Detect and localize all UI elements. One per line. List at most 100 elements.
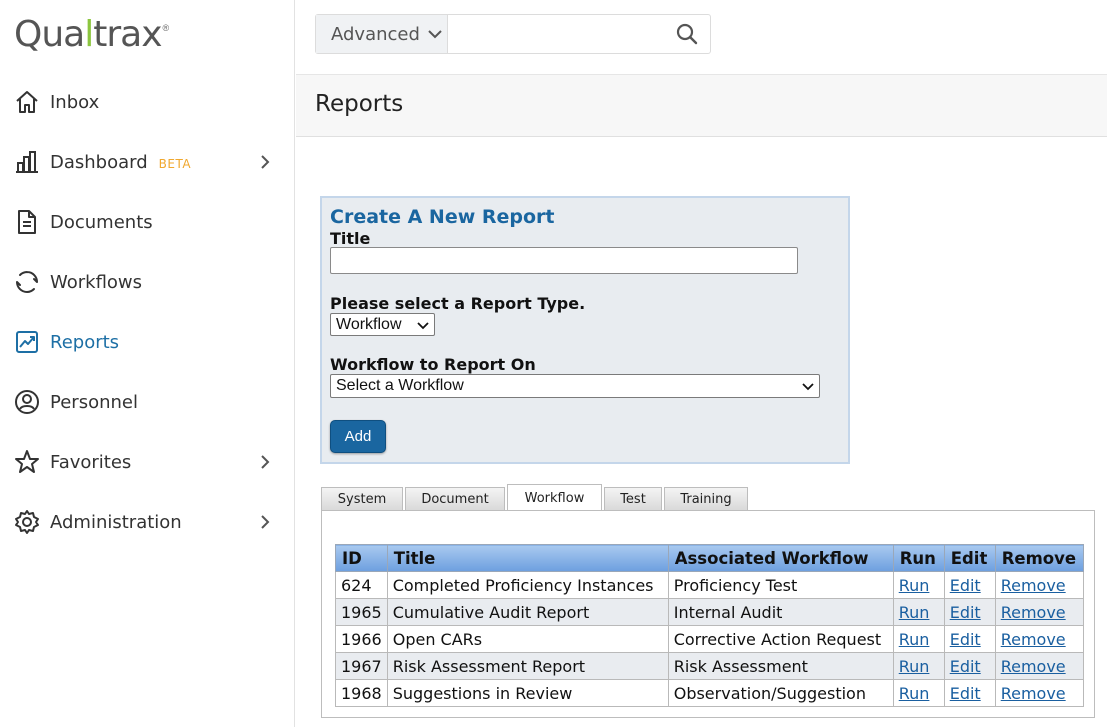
edit-link[interactable]: Edit bbox=[950, 657, 981, 676]
reports-table: ID Title Associated Workflow Run Edit Re… bbox=[335, 544, 1084, 707]
run-link[interactable]: Run bbox=[899, 576, 930, 595]
sidebar-item-inbox[interactable]: Inbox bbox=[0, 72, 295, 132]
run-link[interactable]: Run bbox=[899, 603, 930, 622]
workflow-select[interactable]: Select a Workflow bbox=[330, 374, 820, 398]
report-type-select[interactable]: Workflow bbox=[330, 313, 435, 336]
report-id: 1965 bbox=[335, 598, 388, 626]
report-id: 1967 bbox=[335, 652, 388, 680]
tab-panel: ID Title Associated Workflow Run Edit Re… bbox=[321, 510, 1095, 718]
bar-chart-icon bbox=[14, 149, 40, 175]
sidebar-item-dashboard[interactable]: Dashboard BETA bbox=[0, 132, 295, 192]
run-cell: Run bbox=[892, 652, 945, 680]
tab-system[interactable]: System bbox=[321, 487, 403, 511]
sidebar-item-label: Dashboard bbox=[50, 151, 148, 173]
table-row: 1967 Risk Assessment Report Risk Assessm… bbox=[335, 652, 1084, 680]
tab-test[interactable]: Test bbox=[604, 487, 662, 511]
edit-link[interactable]: Edit bbox=[950, 603, 981, 622]
report-workflow: Observation/Suggestion bbox=[667, 679, 894, 707]
sidebar-item-label: Inbox bbox=[50, 91, 100, 113]
column-header-id[interactable]: ID bbox=[335, 544, 388, 572]
table-row: 1966 Open CARs Corrective Action Request… bbox=[335, 625, 1084, 653]
report-type-label: Please select a Report Type. bbox=[330, 294, 586, 313]
sidebar-nav: Inbox Dashboard BETA Documents Workflows bbox=[0, 72, 295, 552]
column-header-remove: Remove bbox=[994, 544, 1084, 572]
sidebar-item-administration[interactable]: Administration bbox=[0, 492, 295, 552]
home-icon bbox=[14, 89, 40, 115]
sidebar-item-label: Personnel bbox=[50, 391, 138, 413]
search-input[interactable] bbox=[447, 15, 665, 53]
tab-training[interactable]: Training bbox=[664, 487, 748, 511]
report-title: Cumulative Audit Report bbox=[386, 598, 669, 626]
report-chart-icon bbox=[14, 329, 40, 355]
sidebar-item-label: Reports bbox=[50, 331, 120, 353]
report-id: 1966 bbox=[335, 625, 388, 653]
search-scope-dropdown[interactable]: Advanced bbox=[316, 15, 448, 53]
chevron-right-icon[interactable] bbox=[258, 454, 272, 470]
sidebar-item-personnel[interactable]: Personnel bbox=[0, 372, 295, 432]
column-header-associated-workflow[interactable]: Associated Workflow bbox=[667, 544, 894, 572]
run-cell: Run bbox=[892, 625, 945, 653]
column-header-title[interactable]: Title bbox=[386, 544, 669, 572]
report-workflow: Internal Audit bbox=[667, 598, 894, 626]
cycle-icon bbox=[14, 269, 40, 295]
chevron-down-icon bbox=[428, 30, 442, 39]
tab-document[interactable]: Document bbox=[405, 487, 505, 511]
run-link[interactable]: Run bbox=[899, 684, 930, 703]
chevron-right-icon[interactable] bbox=[258, 154, 272, 170]
top-bar: Advanced bbox=[296, 0, 1107, 74]
run-link[interactable]: Run bbox=[899, 657, 930, 676]
chevron-down-icon bbox=[417, 322, 429, 330]
report-workflow: Proficiency Test bbox=[667, 571, 894, 599]
remove-cell: Remove bbox=[994, 598, 1084, 626]
search-bar: Advanced bbox=[315, 14, 711, 54]
table-row: 1965 Cumulative Audit Report Internal Au… bbox=[335, 598, 1084, 626]
create-report-heading: Create A New Report bbox=[330, 206, 555, 228]
search-button[interactable] bbox=[665, 15, 710, 53]
chevron-right-icon[interactable] bbox=[258, 514, 272, 530]
remove-link[interactable]: Remove bbox=[1001, 603, 1066, 622]
table-row: 624 Completed Proficiency Instances Prof… bbox=[335, 571, 1084, 599]
edit-link[interactable]: Edit bbox=[950, 630, 981, 649]
report-workflow: Corrective Action Request bbox=[667, 625, 894, 653]
remove-cell: Remove bbox=[994, 652, 1084, 680]
workflow-select-value: Select a Workflow bbox=[336, 377, 464, 394]
workflow-label: Workflow to Report On bbox=[330, 355, 536, 374]
remove-link[interactable]: Remove bbox=[1001, 630, 1066, 649]
qualtrax-logo[interactable]: Qualtrax ® bbox=[14, 12, 169, 56]
remove-cell: Remove bbox=[994, 571, 1084, 599]
registered-mark: ® bbox=[162, 23, 170, 33]
remove-link[interactable]: Remove bbox=[1001, 657, 1066, 676]
report-id: 624 bbox=[335, 571, 388, 599]
gear-icon bbox=[14, 509, 40, 535]
search-icon bbox=[677, 23, 698, 45]
sidebar-item-documents[interactable]: Documents bbox=[0, 192, 295, 252]
remove-link[interactable]: Remove bbox=[1001, 684, 1066, 703]
edit-cell: Edit bbox=[943, 598, 996, 626]
remove-link[interactable]: Remove bbox=[1001, 576, 1066, 595]
column-header-edit: Edit bbox=[943, 544, 996, 572]
star-icon bbox=[14, 449, 40, 475]
sidebar-item-label: Documents bbox=[50, 211, 153, 233]
edit-link[interactable]: Edit bbox=[950, 684, 981, 703]
run-cell: Run bbox=[892, 679, 945, 707]
sidebar-item-favorites[interactable]: Favorites bbox=[0, 432, 295, 492]
sidebar-item-label: Workflows bbox=[50, 271, 143, 293]
edit-cell: Edit bbox=[943, 625, 996, 653]
report-type-value: Workflow bbox=[336, 315, 402, 333]
edit-link[interactable]: Edit bbox=[950, 576, 981, 595]
run-cell: Run bbox=[892, 598, 945, 626]
page-title: Reports bbox=[315, 91, 404, 117]
edit-cell: Edit bbox=[943, 679, 996, 707]
report-id: 1968 bbox=[335, 679, 388, 707]
sidebar: Qualtrax ® Inbox Dashboard BETA Document… bbox=[0, 0, 295, 727]
document-icon bbox=[14, 209, 40, 235]
run-link[interactable]: Run bbox=[899, 630, 930, 649]
tab-workflow[interactable]: Workflow bbox=[507, 484, 602, 512]
report-title-input[interactable] bbox=[330, 247, 798, 274]
sidebar-item-reports[interactable]: Reports bbox=[0, 312, 295, 372]
page-header: Reports bbox=[296, 74, 1107, 137]
add-report-button[interactable]: Add bbox=[330, 420, 386, 453]
report-title: Risk Assessment Report bbox=[386, 652, 669, 680]
sidebar-item-workflows[interactable]: Workflows bbox=[0, 252, 295, 312]
report-workflow: Risk Assessment bbox=[667, 652, 894, 680]
